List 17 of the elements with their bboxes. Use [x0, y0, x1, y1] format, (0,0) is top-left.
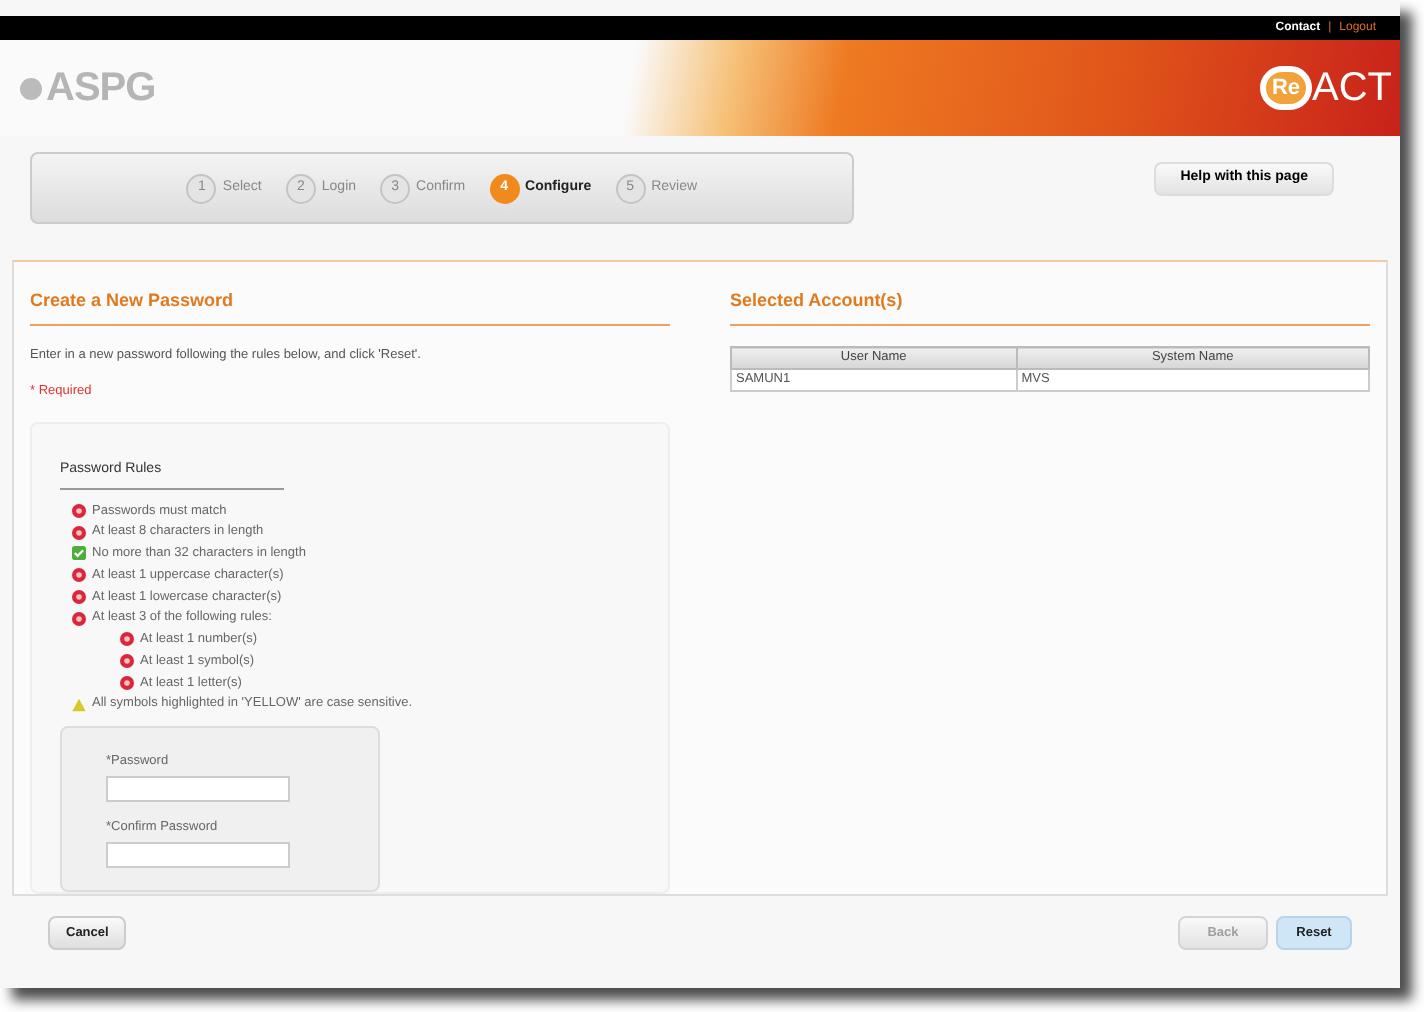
- brand-prefix: Re: [1260, 66, 1312, 110]
- error-circle-icon: [120, 632, 134, 647]
- warning-triangle-icon: [72, 697, 86, 712]
- error-circle-icon: [72, 568, 86, 583]
- checkmark-icon: [72, 546, 86, 561]
- error-circle-icon: [72, 611, 86, 626]
- password-field[interactable]: [106, 841, 290, 867]
- section-title: Selected Account(s): [730, 290, 903, 310]
- error-circle-icon: [120, 675, 134, 690]
- brand-suffix: ACT: [1312, 64, 1392, 114]
- password-field[interactable]: [106, 775, 290, 802]
- error-circle-icon: [120, 654, 134, 669]
- error-circle-icon: [72, 503, 86, 518]
- section-title: Create a New Password: [30, 290, 234, 310]
- error-circle-icon: [72, 525, 86, 540]
- error-circle-icon: [72, 589, 86, 604]
- logo-text: ASPG: [46, 64, 156, 114]
